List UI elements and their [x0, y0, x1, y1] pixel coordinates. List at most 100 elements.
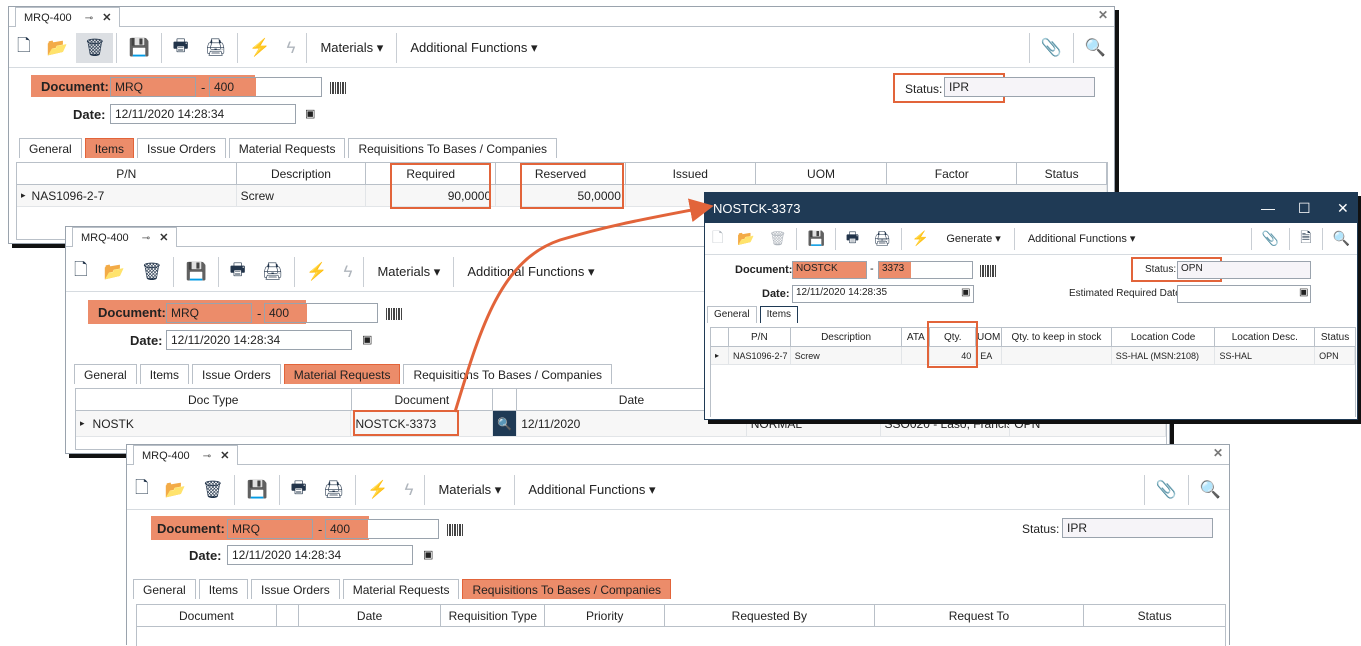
tab-items[interactable]: Items	[198, 579, 249, 599]
tab-general[interactable]: General	[19, 138, 82, 158]
save-icon[interactable]: 💾	[800, 227, 831, 251]
table-row[interactable]: ▸ NAS1096-2-7 Screw 40 EA SS-HAL (MSN:21…	[711, 347, 1355, 365]
estimated-required-date-field[interactable]	[1177, 285, 1311, 303]
calendar-icon[interactable]: ▣	[1299, 287, 1308, 298]
calendar-icon[interactable]: ▣	[961, 287, 970, 298]
attachment-icon[interactable]: 📎	[1148, 475, 1185, 505]
document-prefix-field[interactable]: MRQ	[227, 519, 313, 539]
barcode-icon[interactable]	[330, 82, 346, 94]
col-factor[interactable]: Factor	[887, 163, 1018, 184]
col-pn[interactable]: P/N	[729, 328, 791, 346]
barcode-icon[interactable]	[447, 524, 463, 536]
document-number-field[interactable]: 400	[264, 303, 378, 323]
col-qty[interactable]: Qty.	[930, 328, 977, 346]
tab-general[interactable]: General	[707, 306, 757, 323]
col-issued[interactable]: Issued	[626, 163, 756, 184]
new-icon[interactable]: 🗋	[9, 33, 39, 63]
tab-requisitions[interactable]: Requisitions To Bases / Companies	[403, 364, 613, 384]
delete-icon[interactable]: 🗑	[75, 32, 114, 63]
new-icon[interactable]: 🗋	[66, 257, 96, 287]
save-icon[interactable]: 💾	[177, 257, 214, 287]
attachment-icon[interactable]: 📎	[1033, 33, 1070, 63]
materials-menu[interactable]: Materials ▾	[367, 264, 450, 280]
document-number-field[interactable]: 3373	[878, 261, 973, 279]
minimize-icon[interactable]: —	[1261, 200, 1275, 216]
maximize-icon[interactable]: ☐	[1298, 200, 1311, 217]
print-icon[interactable]: 🖶	[839, 227, 866, 251]
date-field[interactable]: 12/11/2020 14:28:34	[166, 330, 352, 350]
window-close-icon[interactable]: ✕	[1098, 8, 1108, 22]
status-field[interactable]: IPR	[944, 77, 1095, 97]
bolt-icon[interactable]: ⚡	[298, 257, 335, 287]
bolt-outline-icon[interactable]: ϟ	[335, 257, 360, 287]
print-preview-icon[interactable]: 🖨	[315, 475, 353, 505]
date-field[interactable]: 12/11/2020 14:28:34	[227, 545, 413, 565]
document-tab[interactable]: MRQ-400 ⊸ ✕	[72, 227, 178, 247]
document-prefix-field[interactable]: MRQ	[166, 303, 252, 323]
col-doc-type[interactable]: Doc Type	[76, 389, 352, 410]
document-search-icon[interactable]: 🔍	[1192, 475, 1229, 505]
print-icon[interactable]: 🖶	[165, 33, 197, 63]
tab-items[interactable]: Items	[84, 138, 135, 158]
bolt-icon[interactable]: ⚡	[359, 475, 396, 505]
document-tab[interactable]: MRQ-400 ⊸ ✕	[133, 445, 239, 465]
document-number-field[interactable]: 400	[209, 77, 322, 97]
document-prefix-field[interactable]: NOSTCK	[792, 261, 867, 279]
document-search-icon[interactable]: 🔍	[1077, 33, 1114, 63]
bolt-icon[interactable]: ⚡	[241, 33, 278, 63]
col-location-desc[interactable]: Location Desc.	[1215, 328, 1316, 346]
tab-requisitions[interactable]: Requisitions To Bases / Companies	[462, 579, 672, 599]
tab-general[interactable]: General	[133, 579, 196, 599]
document-tab[interactable]: MRQ-400 ⊸ ✕	[15, 7, 121, 27]
tab-general[interactable]: General	[74, 364, 137, 384]
open-folder-icon[interactable]: 📂	[39, 33, 76, 63]
col-description[interactable]: Description	[237, 163, 367, 184]
col-date[interactable]: Date	[299, 605, 442, 626]
row-expand-icon[interactable]: ▸	[80, 418, 85, 429]
col-reserved[interactable]: Reserved	[496, 163, 626, 184]
col-document[interactable]: Document	[137, 605, 277, 626]
lookup-search-icon[interactable]: 🔍	[493, 411, 518, 436]
window-close-icon[interactable]: ✕	[1213, 446, 1223, 460]
save-icon[interactable]: 💾	[120, 33, 157, 63]
col-document[interactable]: Document	[352, 389, 494, 410]
tab-material-requests[interactable]: Material Requests	[342, 579, 460, 599]
materials-menu[interactable]: Materials ▾	[310, 40, 393, 56]
pin-icon[interactable]: ⊸	[142, 233, 150, 244]
calendar-icon[interactable]: ▣	[305, 107, 315, 120]
additional-functions-menu[interactable]: Additional Functions ▾	[518, 482, 665, 498]
barcode-icon[interactable]	[386, 308, 402, 320]
close-icon[interactable]: ✕	[220, 450, 229, 462]
tab-material-requests[interactable]: Material Requests	[283, 364, 401, 384]
bolt-outline-icon[interactable]: ϟ	[396, 475, 421, 505]
document-prefix-field[interactable]: MRQ	[110, 77, 196, 97]
col-requested-by[interactable]: Requested By	[665, 605, 875, 626]
new-icon[interactable]: 🗋	[705, 227, 730, 251]
status-field[interactable]: OPN	[1177, 261, 1311, 279]
document-number-field[interactable]: 400	[325, 519, 439, 539]
print-icon[interactable]: 🖶	[283, 475, 315, 505]
col-pn[interactable]: P/N	[17, 163, 237, 184]
delete-icon[interactable]: 🗑	[762, 227, 794, 251]
close-icon[interactable]: ✕	[102, 12, 111, 24]
col-requisition-type[interactable]: Requisition Type	[441, 605, 546, 626]
materials-menu[interactable]: Materials ▾	[428, 482, 511, 498]
col-priority[interactable]: Priority	[545, 605, 666, 626]
print-preview-icon[interactable]: 🖨	[254, 257, 292, 287]
col-qty-keep[interactable]: Qty. to keep in stock	[1002, 328, 1112, 346]
col-status[interactable]: Status	[1084, 605, 1225, 626]
tab-issue-orders[interactable]: Issue Orders	[192, 364, 281, 384]
additional-functions-menu[interactable]: Additional Functions ▾	[457, 264, 604, 280]
col-required[interactable]: Required	[366, 163, 497, 184]
close-icon[interactable]: ✕	[1337, 200, 1349, 217]
additional-functions-menu[interactable]: Additional Functions ▾	[1018, 232, 1146, 245]
open-folder-icon[interactable]: 📂	[96, 257, 133, 287]
tab-items[interactable]: Items	[139, 364, 190, 384]
tab-requisitions[interactable]: Requisitions To Bases / Companies	[348, 138, 558, 158]
print-icon[interactable]: 🖶	[222, 257, 254, 287]
calendar-icon[interactable]: ▣	[362, 333, 372, 346]
status-field[interactable]: IPR	[1062, 518, 1213, 538]
bolt-icon[interactable]: ⚡	[905, 227, 936, 251]
generate-menu[interactable]: Generate ▾	[936, 232, 1010, 245]
date-field[interactable]: 12/11/2020 14:28:35	[792, 285, 974, 303]
